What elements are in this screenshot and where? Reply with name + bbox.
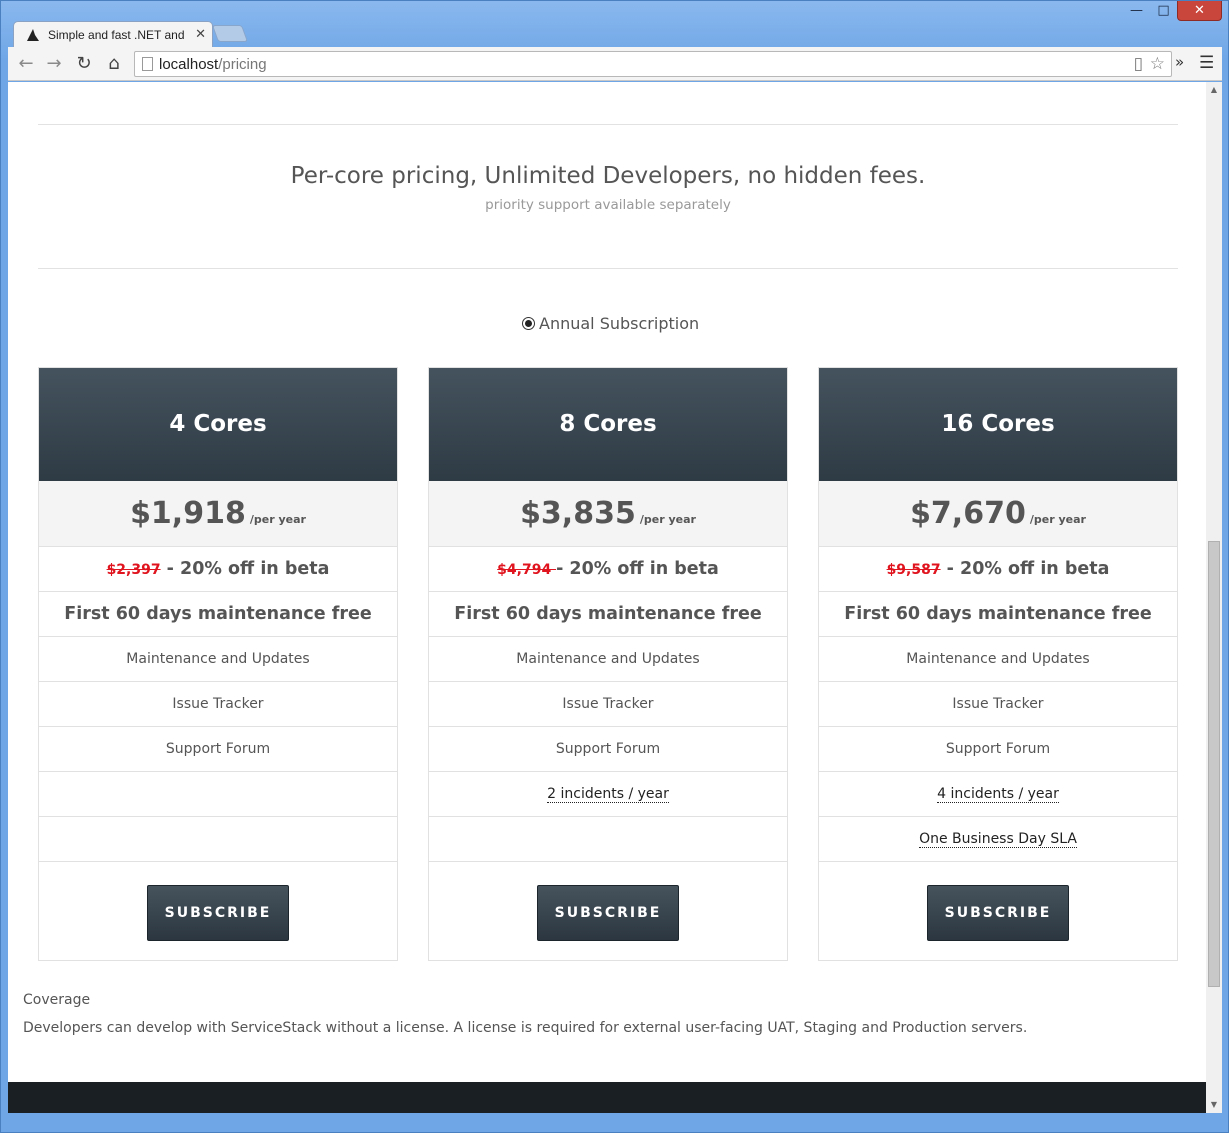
subscribe-button[interactable]: SUBSCRIBE xyxy=(927,885,1069,941)
page-icon xyxy=(142,57,153,71)
feature-maintenance: Maintenance and Updates xyxy=(39,637,397,682)
pricing-subhead: priority support available separately xyxy=(485,197,731,213)
site-favicon-icon xyxy=(27,29,39,41)
subscribe-button[interactable]: SUBSCRIBE xyxy=(537,885,679,941)
discount-text: - 20% off in beta xyxy=(940,559,1110,579)
scroll-up-arrow-icon[interactable]: ▲ xyxy=(1206,82,1222,98)
address-bar[interactable]: localhost/pricing ▯ ☆ xyxy=(134,51,1172,77)
menu-icon[interactable]: ☰ xyxy=(1199,53,1214,73)
home-icon[interactable]: ⌂ xyxy=(104,54,124,74)
plan-name: 8 Cores xyxy=(429,368,787,481)
annual-subscription-radio[interactable]: Annual Subscription xyxy=(522,314,699,333)
pricing-page: Per-core pricing, Unlimited Developers, … xyxy=(8,82,1206,1113)
tab-title: Simple and fast .NET and xyxy=(48,28,185,42)
new-tab-button[interactable] xyxy=(211,25,249,42)
discount-text: - 20% off in beta xyxy=(160,559,330,579)
discount-text: - 20% off in beta xyxy=(556,559,719,579)
divider xyxy=(38,268,1178,269)
plan-price: $3,835/per year xyxy=(429,481,787,547)
plan-option-label: Annual Subscription xyxy=(539,314,700,333)
bookmark-star-icon[interactable]: ☆ xyxy=(1150,55,1165,73)
pricing-headline: Per-core pricing, Unlimited Developers, … xyxy=(290,163,926,189)
old-price: $2,397 xyxy=(106,562,161,578)
price-unit: /per year xyxy=(639,513,696,526)
browser-window: — □ ✕ Simple and fast .NET and ✕ ← → ↻ ⌂… xyxy=(0,0,1229,1133)
discount-row: $2,397 - 20% off in beta xyxy=(39,547,397,592)
sla-link[interactable]: One Business Day SLA xyxy=(919,831,1077,848)
url-text: localhost/pricing xyxy=(159,56,267,73)
subscribe-area: SUBSCRIBE xyxy=(819,862,1177,962)
close-window-icon[interactable]: ✕ xyxy=(1177,1,1222,21)
feature-support-forum: Support Forum xyxy=(39,727,397,772)
promo-row: First 60 days maintenance free xyxy=(429,592,787,637)
minimize-icon[interactable]: — xyxy=(1123,1,1150,21)
subscribe-area: SUBSCRIBE xyxy=(39,862,397,962)
feature-maintenance: Maintenance and Updates xyxy=(429,637,787,682)
subscribe-button[interactable]: SUBSCRIBE xyxy=(147,885,289,941)
extensions-chevron-icon[interactable]: » xyxy=(1175,53,1184,71)
incidents-link[interactable]: 4 incidents / year xyxy=(937,786,1059,803)
feature-maintenance: Maintenance and Updates xyxy=(819,637,1177,682)
feature-sla: One Business Day SLA xyxy=(819,817,1177,862)
plan-card-16-cores: 16 Cores $7,670/per year $9,587 - 20% of… xyxy=(818,367,1178,961)
plan-price: $7,670/per year xyxy=(819,481,1177,547)
price-value: $1,918 xyxy=(130,496,246,531)
price-value: $7,670 xyxy=(910,496,1026,531)
feature-support-forum: Support Forum xyxy=(429,727,787,772)
window-controls: — □ ✕ xyxy=(1123,1,1222,23)
vertical-scrollbar[interactable]: ▲ ▼ xyxy=(1206,82,1222,1113)
scrollbar-thumb[interactable] xyxy=(1208,541,1220,987)
plan-name: 16 Cores xyxy=(819,368,1177,481)
old-price: $4,794 xyxy=(497,562,557,578)
page-action-icon[interactable]: ▯ xyxy=(1134,55,1143,73)
feature-incidents: 4 incidents / year xyxy=(819,772,1177,817)
coverage-title: Coverage xyxy=(23,992,91,1008)
coverage-text: Developers can develop with ServiceStack… xyxy=(23,1020,1028,1036)
promo-row: First 60 days maintenance free xyxy=(819,592,1177,637)
price-unit: /per year xyxy=(1029,513,1086,526)
plan-name: 4 Cores xyxy=(39,368,397,481)
feature-sla-empty xyxy=(429,817,787,862)
price-value: $3,835 xyxy=(520,496,636,531)
price-unit: /per year xyxy=(249,513,306,526)
feature-support-forum: Support Forum xyxy=(819,727,1177,772)
plan-price: $1,918/per year xyxy=(39,481,397,547)
old-price: $9,587 xyxy=(886,562,941,578)
maximize-icon[interactable]: □ xyxy=(1150,1,1177,21)
feature-issue-tracker: Issue Tracker xyxy=(819,682,1177,727)
browser-toolbar: ← → ↻ ⌂ localhost/pricing ▯ ☆ » ☰ xyxy=(8,47,1222,81)
radio-selected-icon[interactable] xyxy=(522,317,535,330)
promo-row: First 60 days maintenance free xyxy=(39,592,397,637)
incidents-link[interactable]: 2 incidents / year xyxy=(547,786,669,803)
plan-card-4-cores: 4 Cores $1,918/per year $2,397 - 20% off… xyxy=(38,367,398,961)
feature-issue-tracker: Issue Tracker xyxy=(39,682,397,727)
plan-card-8-cores: 8 Cores $3,835/per year $4,794 - 20% off… xyxy=(428,367,788,961)
url-path: /pricing xyxy=(218,56,267,73)
reload-icon[interactable]: ↻ xyxy=(74,54,94,74)
feature-incidents: 2 incidents / year xyxy=(429,772,787,817)
feature-incidents-empty xyxy=(39,772,397,817)
forward-arrow-icon[interactable]: → xyxy=(44,54,64,74)
feature-sla-empty xyxy=(39,817,397,862)
page-viewport: Per-core pricing, Unlimited Developers, … xyxy=(8,82,1222,1113)
discount-row: $4,794 - 20% off in beta xyxy=(429,547,787,592)
back-arrow-icon[interactable]: ← xyxy=(16,54,36,74)
footer xyxy=(8,1082,1206,1113)
tab-close-icon[interactable]: ✕ xyxy=(195,26,206,42)
discount-row: $9,587 - 20% off in beta xyxy=(819,547,1177,592)
subscribe-area: SUBSCRIBE xyxy=(429,862,787,962)
scroll-down-arrow-icon[interactable]: ▼ xyxy=(1206,1097,1222,1113)
url-host: localhost xyxy=(159,56,219,73)
feature-issue-tracker: Issue Tracker xyxy=(429,682,787,727)
browser-tab[interactable]: Simple and fast .NET and ✕ xyxy=(13,21,213,47)
divider xyxy=(38,124,1178,125)
